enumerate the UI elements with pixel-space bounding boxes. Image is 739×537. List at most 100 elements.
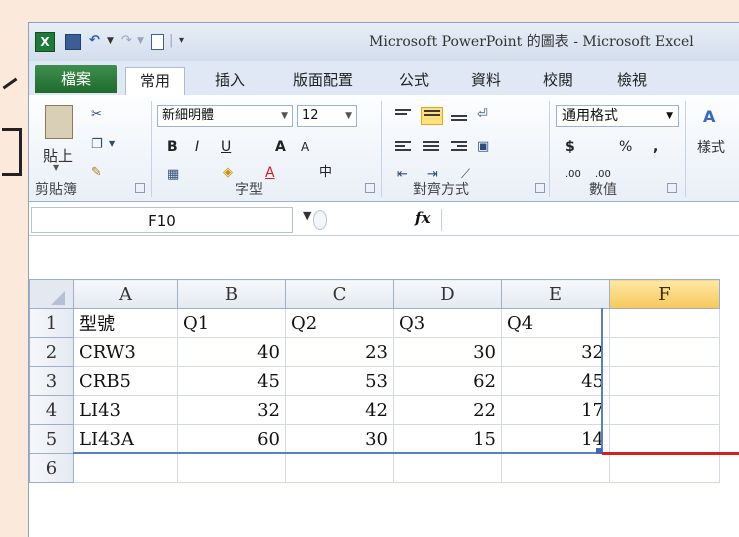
tab-formulas[interactable]: 公式 — [389, 67, 439, 93]
cell-b1[interactable]: Q1 — [177, 308, 286, 338]
styles-icon[interactable]: A — [703, 107, 725, 129]
row-header[interactable]: 1 — [29, 308, 74, 338]
shrink-font-button[interactable]: A — [301, 137, 309, 157]
cell-f6[interactable] — [609, 453, 720, 483]
column-header-a[interactable]: A — [73, 279, 178, 309]
cell-d6[interactable] — [393, 453, 502, 483]
cell-c5[interactable]: 30 — [285, 424, 394, 454]
cell-b6[interactable] — [177, 453, 286, 483]
percent-button[interactable]: % — [619, 137, 632, 157]
decrease-indent-icon[interactable]: ⇤ — [397, 167, 408, 182]
cell-e2[interactable]: 32 — [501, 337, 610, 367]
increase-decimal-button[interactable]: .00 — [565, 165, 581, 185]
align-right-icon[interactable] — [449, 139, 469, 155]
cell-c2[interactable]: 23 — [285, 337, 394, 367]
styles-button[interactable]: 樣式 — [697, 137, 725, 157]
align-middle-icon[interactable] — [421, 107, 443, 125]
cell-f2[interactable] — [609, 337, 720, 367]
align-bottom-icon[interactable] — [449, 107, 469, 123]
phonetic-button[interactable]: 中 — [319, 163, 332, 183]
format-painter-icon[interactable]: ✎ — [91, 165, 102, 180]
cell-b3[interactable]: 45 — [177, 366, 286, 396]
align-top-icon[interactable] — [393, 107, 413, 123]
copy-icon[interactable]: ❐ — [91, 137, 103, 152]
cell-c6[interactable] — [285, 453, 394, 483]
number-format-combo[interactable]: 通用格式 ▼ — [556, 105, 679, 127]
column-header-e[interactable]: E — [501, 279, 610, 309]
cell-c4[interactable]: 42 — [285, 395, 394, 425]
row-header[interactable]: 5 — [29, 424, 74, 454]
cell-e4[interactable]: 17 — [501, 395, 610, 425]
copy-dropdown-icon[interactable]: ▼ — [109, 139, 115, 148]
column-header-d[interactable]: D — [393, 279, 502, 309]
cell-e6[interactable] — [501, 453, 610, 483]
cell-d2[interactable]: 30 — [393, 337, 502, 367]
cell-a5[interactable]: LI43A — [73, 424, 178, 454]
cell-d3[interactable]: 62 — [393, 366, 502, 396]
grow-font-button[interactable]: A — [275, 137, 286, 157]
tab-file[interactable]: 檔案 — [35, 65, 117, 93]
chevron-down-icon[interactable]: ▼ — [281, 106, 288, 126]
redo-icon[interactable]: ↷ — [121, 31, 132, 51]
row-header[interactable]: 4 — [29, 395, 74, 425]
cell-c3[interactable]: 53 — [285, 366, 394, 396]
cell-b4[interactable]: 32 — [177, 395, 286, 425]
formula-bar-handle[interactable] — [313, 210, 327, 230]
cell-e1[interactable]: Q4 — [501, 308, 610, 338]
cell-f1[interactable] — [609, 308, 720, 338]
font-size-combo[interactable]: 12 ▼ — [297, 105, 357, 127]
paste-dropdown-icon[interactable]: ▼ — [53, 163, 59, 172]
cell-b2[interactable]: 40 — [177, 337, 286, 367]
cell-d5[interactable]: 15 — [393, 424, 502, 454]
wrap-text-icon[interactable]: ⏎ — [477, 107, 488, 122]
cell-c1[interactable]: Q2 — [285, 308, 394, 338]
excel-logo-icon[interactable]: X — [35, 32, 55, 52]
tab-view[interactable]: 檢視 — [607, 67, 657, 93]
paste-icon[interactable] — [45, 105, 73, 139]
currency-button[interactable]: $ — [565, 137, 575, 157]
tab-page-layout[interactable]: 版面配置 — [279, 67, 367, 93]
font-launcher-icon[interactable] — [365, 183, 375, 193]
row-header[interactable]: 6 — [29, 453, 74, 483]
redo-dropdown-icon[interactable]: ▼ — [137, 31, 144, 51]
column-header-f[interactable]: F — [609, 279, 720, 309]
chevron-down-icon[interactable]: ▼ — [303, 209, 311, 222]
cell-e5[interactable]: 14 — [501, 424, 610, 454]
cell-f5[interactable] — [609, 424, 720, 454]
tab-data[interactable]: 資料 — [461, 67, 511, 93]
cell-d4[interactable]: 22 — [393, 395, 502, 425]
undo-dropdown-icon[interactable]: ▼ — [107, 31, 114, 51]
row-header[interactable]: 2 — [29, 337, 74, 367]
bold-button[interactable]: B — [167, 137, 178, 157]
column-header-c[interactable]: C — [285, 279, 394, 309]
italic-button[interactable]: I — [195, 137, 199, 157]
align-center-icon[interactable] — [421, 139, 441, 155]
column-header-b[interactable]: B — [177, 279, 286, 309]
cell-f4[interactable] — [609, 395, 720, 425]
cell-a2[interactable]: CRW3 — [73, 337, 178, 367]
cell-a6[interactable] — [73, 453, 178, 483]
cell-a4[interactable]: LI43 — [73, 395, 178, 425]
name-box[interactable]: F10 — [31, 207, 293, 233]
tab-insert[interactable]: 插入 — [205, 67, 255, 93]
cell-a1[interactable]: 型號 — [73, 308, 178, 338]
border-icon[interactable]: ▦ — [167, 167, 179, 182]
cut-icon[interactable]: ✂ — [91, 107, 102, 122]
merge-center-icon[interactable]: ▣ — [477, 139, 489, 154]
save-icon[interactable] — [65, 34, 81, 50]
alignment-launcher-icon[interactable] — [535, 183, 545, 193]
align-left-icon[interactable] — [393, 139, 413, 155]
clipboard-launcher-icon[interactable] — [135, 183, 145, 193]
insert-function-icon[interactable]: fx — [415, 209, 430, 227]
number-launcher-icon[interactable] — [667, 183, 677, 193]
font-name-combo[interactable]: 新細明體 ▼ — [157, 105, 293, 127]
select-all-corner[interactable] — [29, 279, 74, 309]
fill-color-icon[interactable]: ◈ — [223, 165, 233, 180]
cell-d1[interactable]: Q3 — [393, 308, 502, 338]
customize-toolbar-icon[interactable]: ▾ — [179, 31, 184, 51]
font-color-button[interactable]: A — [265, 163, 275, 183]
row-header[interactable]: 3 — [29, 366, 74, 396]
tab-review[interactable]: 校閱 — [533, 67, 583, 93]
underline-button[interactable]: U — [221, 137, 231, 157]
cell-b5[interactable]: 60 — [177, 424, 286, 454]
